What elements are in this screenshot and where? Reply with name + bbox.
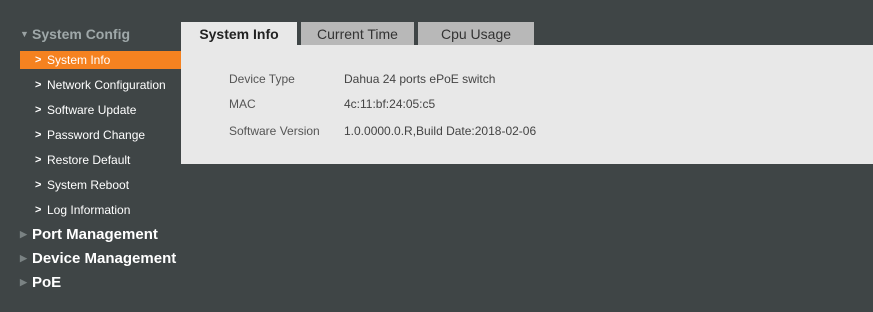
chevron-right-icon: > [35,54,42,66]
chevron-right-icon: > [35,178,42,191]
triangle-right-icon: ▶ [20,228,27,239]
sidebar-item-restore-default[interactable]: > Restore Default [20,147,181,172]
sidebar: ▼ System Config > System Info > Network … [20,22,181,294]
triangle-right-icon: ▶ [20,276,27,287]
chevron-right-icon: > [35,203,42,216]
collapsed-groups: ▶ Port Management ▶ Device Management ▶ … [20,222,181,294]
system-config-submenu: > System Info > Network Configuration > … [20,51,181,222]
tab-current-time[interactable]: Current Time [301,22,414,45]
sidebar-item-label: System Info [47,53,111,67]
device-type-label: Device Type [229,72,295,86]
tab-system-info[interactable]: System Info [181,22,297,45]
sidebar-item-label: Restore Default [47,152,131,167]
chevron-right-icon: > [35,153,42,166]
sidebar-item-label: Network Configuration [47,77,166,92]
sidebar-group-label: System Config [32,26,131,42]
chevron-right-icon: > [35,128,42,141]
sidebar-group-system-config[interactable]: ▼ System Config [20,22,181,46]
sidebar-group-device-management[interactable]: ▶ Device Management [20,246,181,270]
sidebar-group-poe[interactable]: ▶ PoE [20,270,181,294]
sidebar-group-label: PoE [32,273,62,291]
sidebar-item-label: Password Change [47,127,146,142]
sidebar-group-label: Device Management [32,249,177,267]
tab-bar: System Info Current Time Cpu Usage [181,22,538,45]
sidebar-item-log-information[interactable]: > Log Information [20,197,181,222]
software-version-row: Software Version 1.0.0000.0.R,Build Date… [229,124,536,138]
sidebar-item-system-reboot[interactable]: > System Reboot [20,172,181,197]
sidebar-item-system-info[interactable]: > System Info [20,51,181,69]
triangle-right-icon: ▶ [20,252,27,263]
sidebar-item-password-change[interactable]: > Password Change [20,122,181,147]
sidebar-item-label: Log Information [47,202,131,217]
sidebar-item-software-update[interactable]: > Software Update [20,97,181,122]
sidebar-group-port-management[interactable]: ▶ Port Management [20,222,181,246]
sidebar-item-label: Software Update [47,102,137,117]
device-type-row: Device Type Dahua 24 ports ePoE switch [229,72,495,86]
sidebar-item-network-configuration[interactable]: > Network Configuration [20,72,181,97]
chevron-right-icon: > [35,78,42,91]
system-info-panel: Device Type Dahua 24 ports ePoE switch M… [181,45,873,164]
tab-cpu-usage[interactable]: Cpu Usage [418,22,534,45]
mac-value: 4c:11:bf:24:05:c5 [344,97,436,111]
mac-label: MAC [229,97,256,111]
sidebar-item-label: System Reboot [47,177,130,192]
software-version-value: 1.0.0000.0.R,Build Date:2018-02-06 [344,124,537,138]
chevron-right-icon: > [35,103,42,116]
software-version-label: Software Version [229,124,320,138]
device-type-value: Dahua 24 ports ePoE switch [344,72,496,86]
mac-row: MAC 4c:11:bf:24:05:c5 [229,97,435,111]
triangle-down-icon: ▼ [20,29,29,39]
sidebar-group-label: Port Management [32,225,158,243]
